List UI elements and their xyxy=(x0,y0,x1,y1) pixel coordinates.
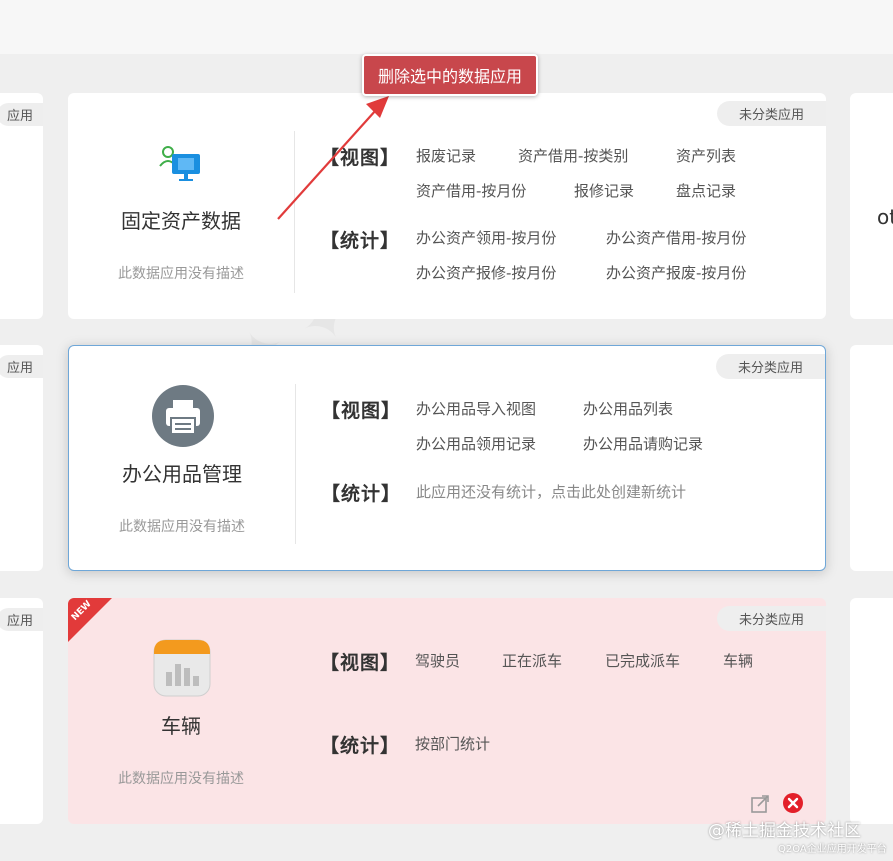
views-label: 【视图】 xyxy=(320,147,401,169)
stat-link[interactable]: 办公资产借用-按月份 xyxy=(606,227,746,248)
app-title[interactable]: 固定资产数据 xyxy=(68,205,294,234)
category-tag: 未分类应用 xyxy=(716,101,826,126)
view-link[interactable]: 正在派车 xyxy=(502,650,562,671)
side-card-right-2[interactable] xyxy=(850,345,893,571)
app-card-vehicles[interactable]: NEW 未分类应用 车辆 此数据应用没有描述 【视图】 驾驶员 正在派车 已完成… xyxy=(68,598,826,824)
view-link[interactable]: 已完成派车 xyxy=(605,650,680,671)
app-card-office-supplies[interactable]: 未分类应用 办公用品管理 此数据应用没有描述 【视图】 办公用品导入视图 办公用… xyxy=(68,345,826,571)
app-card-info: 固定资产数据 此数据应用没有描述 xyxy=(68,93,294,319)
card-actions xyxy=(750,792,804,818)
share-icon[interactable] xyxy=(750,792,772,818)
delete-icon[interactable] xyxy=(782,792,804,818)
computer-user-icon xyxy=(148,131,216,199)
views-label: 【视图】 xyxy=(320,652,401,674)
app-grid-page: ✦ ✦ 应用 应用 应用 ot 未分类应用 固定资产 xyxy=(0,0,893,861)
app-card-fixed-assets[interactable]: 未分类应用 固定资产数据 此数据应用没有描述 【视图】 报废记录 资产借用-按类… xyxy=(68,93,826,319)
app-card-info: 办公用品管理 此数据应用没有描述 xyxy=(69,346,295,570)
side-card-right-1[interactable]: ot xyxy=(850,93,893,319)
top-bar xyxy=(0,0,893,54)
category-tag: 未分类应用 xyxy=(716,606,826,631)
stat-link[interactable]: 按部门统计 xyxy=(415,733,490,754)
side-card-title: ot xyxy=(877,205,893,229)
create-stat-link[interactable]: 此应用还没有统计，点击此处创建新统计 xyxy=(416,481,686,502)
view-link[interactable]: 盘点记录 xyxy=(676,180,736,201)
divider xyxy=(294,131,295,293)
divider xyxy=(295,384,296,544)
bar-chart-icon xyxy=(148,634,216,702)
app-title[interactable]: 办公用品管理 xyxy=(69,458,295,487)
view-link[interactable]: 资产列表 xyxy=(676,145,736,166)
printer-icon xyxy=(149,382,217,450)
category-tag: 应用 xyxy=(0,608,43,631)
views-label: 【视图】 xyxy=(321,400,402,422)
view-link[interactable]: 办公用品领用记录 xyxy=(416,433,536,454)
category-tag: 应用 xyxy=(0,103,43,126)
stats-label: 【统计】 xyxy=(321,483,402,505)
stats-label: 【统计】 xyxy=(320,230,401,252)
category-tag: 应用 xyxy=(0,355,43,378)
view-link[interactable]: 报废记录 xyxy=(416,145,476,166)
app-description: 此数据应用没有描述 xyxy=(119,519,245,535)
view-link[interactable]: 办公用品请购记录 xyxy=(583,433,703,454)
stat-link[interactable]: 办公资产报废-按月份 xyxy=(606,262,746,283)
app-title[interactable]: 车辆 xyxy=(68,710,294,739)
view-link[interactable]: 驾驶员 xyxy=(415,650,460,671)
side-card-right-3[interactable] xyxy=(850,598,893,824)
stat-link[interactable]: 办公资产领用-按月份 xyxy=(416,227,556,248)
side-card-left-1[interactable]: 应用 xyxy=(0,93,43,319)
view-link[interactable]: 资产借用-按月份 xyxy=(416,180,526,201)
footer-brand: @稀土掘金技术社区 xyxy=(708,821,861,841)
view-link[interactable]: 办公用品列表 xyxy=(583,398,673,419)
stats-label: 【统计】 xyxy=(320,735,401,757)
view-link[interactable]: 报修记录 xyxy=(574,180,634,201)
side-card-left-3[interactable]: 应用 xyxy=(0,598,43,824)
footer-subtitle: Q2OA企业应用开发平台 xyxy=(778,844,887,855)
app-description: 此数据应用没有描述 xyxy=(118,266,244,282)
app-card-info: 车辆 此数据应用没有描述 xyxy=(68,598,294,824)
view-link[interactable]: 办公用品导入视图 xyxy=(416,398,536,419)
side-card-left-2[interactable]: 应用 xyxy=(0,345,43,571)
app-description: 此数据应用没有描述 xyxy=(118,771,244,787)
view-link[interactable]: 资产借用-按类别 xyxy=(518,145,628,166)
delete-tooltip: 删除选中的数据应用 xyxy=(362,54,539,96)
stat-link[interactable]: 办公资产报修-按月份 xyxy=(416,262,556,283)
category-tag: 未分类应用 xyxy=(715,354,825,379)
view-link[interactable]: 车辆 xyxy=(723,650,753,671)
